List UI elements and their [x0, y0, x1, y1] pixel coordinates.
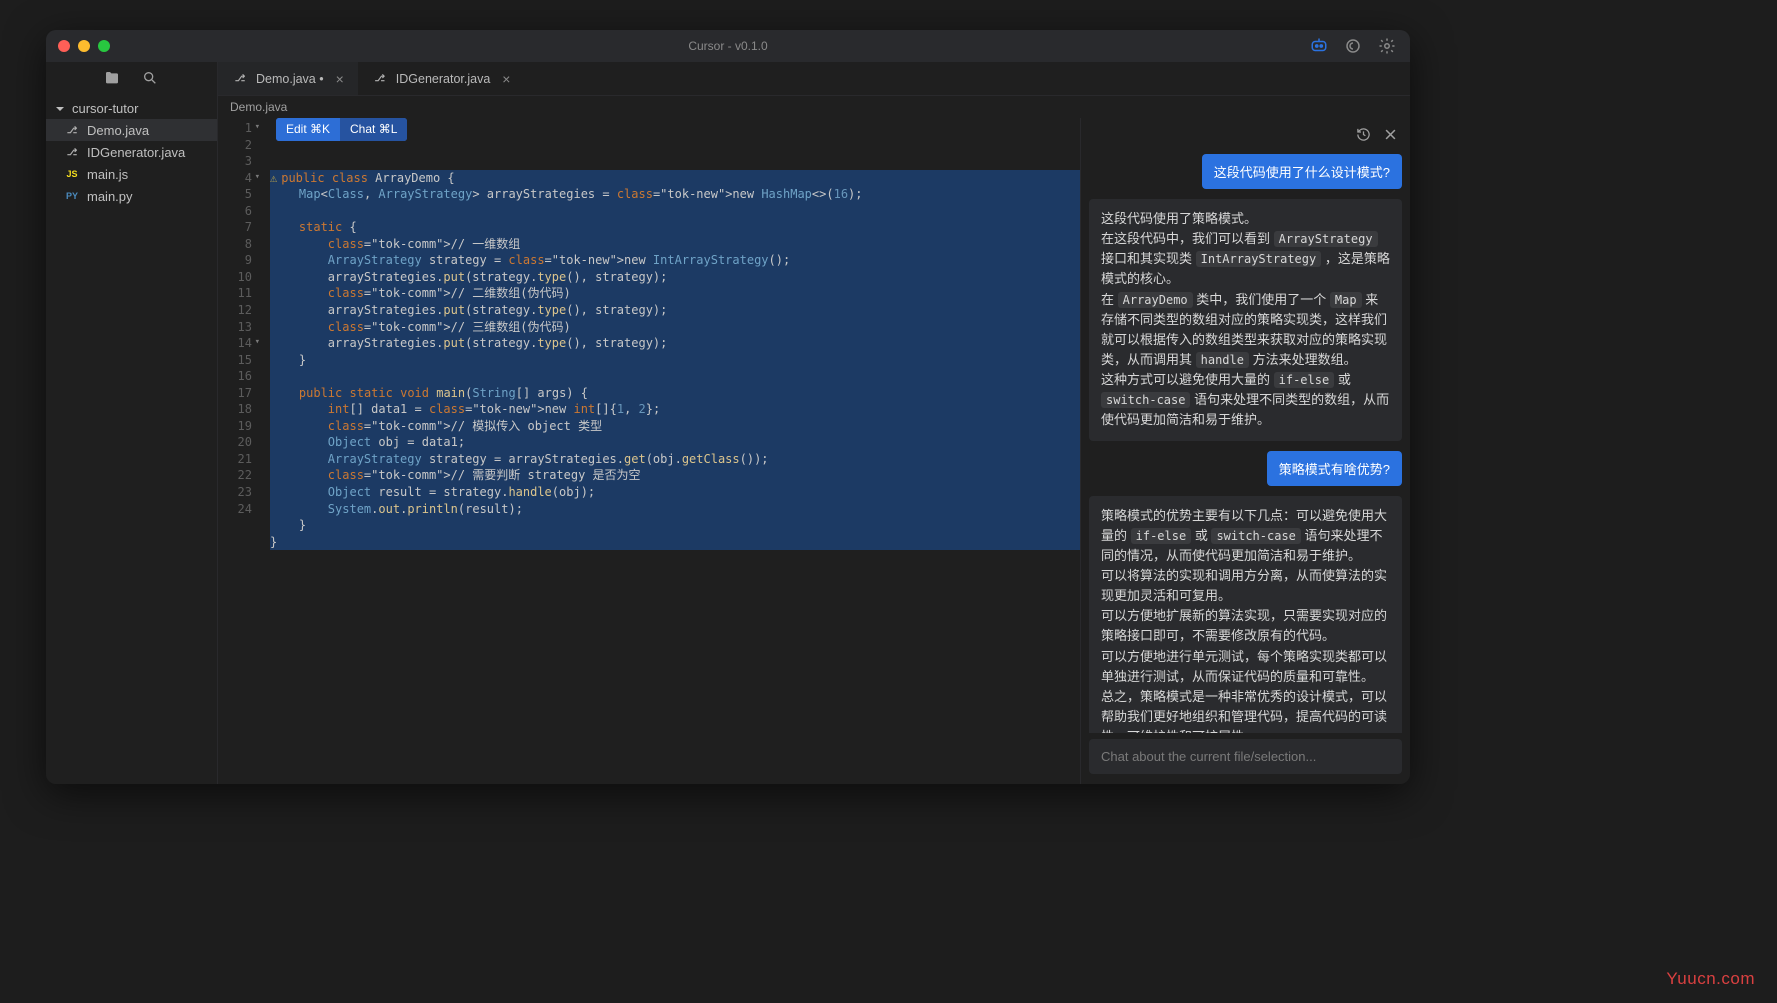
folder-icon[interactable] [104, 70, 120, 89]
tree-item-label: IDGenerator.java [87, 145, 185, 160]
user-message: 策略模式有啥优势? [1267, 451, 1402, 486]
circle-icon[interactable] [1344, 37, 1362, 55]
py-icon: PY [64, 188, 80, 204]
tree-item-label: main.py [87, 189, 133, 204]
close-window-button[interactable] [58, 40, 70, 52]
tree-root-label: cursor-tutor [72, 101, 138, 116]
chevron-down-icon [54, 103, 66, 115]
line-gutter: 1▾234▾567891011121314▾151617181920212223… [218, 118, 262, 784]
sidebar-item-demo-java[interactable]: ⎇ Demo.java [46, 119, 217, 141]
titlebar: Cursor - v0.1.0 [46, 30, 1410, 62]
tabbar: ⎇ Demo.java • × ⎇ IDGenerator.java × [218, 62, 1410, 96]
sidebar-item-idgenerator-java[interactable]: ⎇ IDGenerator.java [46, 141, 217, 163]
edit-action-button[interactable]: Edit ⌘K [276, 118, 340, 141]
tree-root[interactable]: cursor-tutor [46, 98, 217, 119]
chat-input[interactable]: Chat about the current file/selection... [1089, 739, 1402, 774]
sidebar: cursor-tutor ⎇ Demo.java ⎇ IDGenerator.java… [46, 62, 218, 784]
close-tab-icon[interactable]: × [332, 71, 348, 87]
window-title: Cursor - v0.1.0 [688, 39, 767, 53]
watermark: Yuucn.com [1666, 969, 1755, 989]
search-icon[interactable] [142, 70, 158, 89]
tree-item-label: main.js [87, 167, 128, 182]
tab-demo-java[interactable]: ⎇ Demo.java • × [218, 62, 358, 95]
inline-action-popup: Edit ⌘K Chat ⌘L [276, 118, 407, 141]
breadcrumb: Demo.java [218, 96, 1410, 118]
ai-message: 这段代码使用了策略模式。在这段代码中，我们可以看到 ArrayStrategy … [1089, 199, 1402, 441]
tab-label: Demo.java • [256, 72, 324, 86]
file-tree: cursor-tutor ⎇ Demo.java ⎇ IDGenerator.java… [46, 96, 217, 209]
user-message: 这段代码使用了什么设计模式? [1202, 154, 1402, 189]
branch-icon: ⎇ [64, 144, 80, 160]
tree-item-label: Demo.java [87, 123, 149, 138]
app-window: Cursor - v0.1.0 [46, 30, 1410, 784]
branch-icon: ⎇ [372, 71, 388, 87]
tab-idgenerator-java[interactable]: ⎇ IDGenerator.java × [358, 62, 525, 95]
branch-icon: ⎇ [64, 122, 80, 138]
ai-icon[interactable] [1310, 37, 1328, 55]
sidebar-item-main-py[interactable]: PY main.py [46, 185, 217, 207]
warning-icon: ⚠ [270, 171, 277, 185]
maximize-window-button[interactable] [98, 40, 110, 52]
sidebar-item-main-js[interactable]: JS main.js [46, 163, 217, 185]
branch-icon: ⎇ [232, 71, 248, 87]
history-icon[interactable] [1356, 127, 1371, 145]
close-tab-icon[interactable]: × [498, 71, 514, 87]
chat-messages: 这段代码使用了什么设计模式? 这段代码使用了策略模式。在这段代码中，我们可以看到 … [1081, 154, 1410, 733]
minimize-window-button[interactable] [78, 40, 90, 52]
close-chat-icon[interactable] [1383, 127, 1398, 145]
traffic-lights [58, 40, 110, 52]
gear-icon[interactable] [1378, 37, 1396, 55]
ai-message: 策略模式的优势主要有以下几点：可以避免使用大量的 if-else 或 switc… [1089, 496, 1402, 733]
tab-label: IDGenerator.java [396, 72, 491, 86]
code-content[interactable]: Edit ⌘K Chat ⌘L ⚠public class ArrayDemo … [262, 118, 1080, 784]
code-editor[interactable]: 1▾234▾567891011121314▾151617181920212223… [218, 118, 1080, 784]
chat-panel: 这段代码使用了什么设计模式? 这段代码使用了策略模式。在这段代码中，我们可以看到 … [1080, 118, 1410, 784]
main-area: ⎇ Demo.java • × ⎇ IDGenerator.java × Demo.jav… [218, 62, 1410, 784]
chat-action-button[interactable]: Chat ⌘L [340, 118, 407, 141]
js-icon: JS [64, 166, 80, 182]
